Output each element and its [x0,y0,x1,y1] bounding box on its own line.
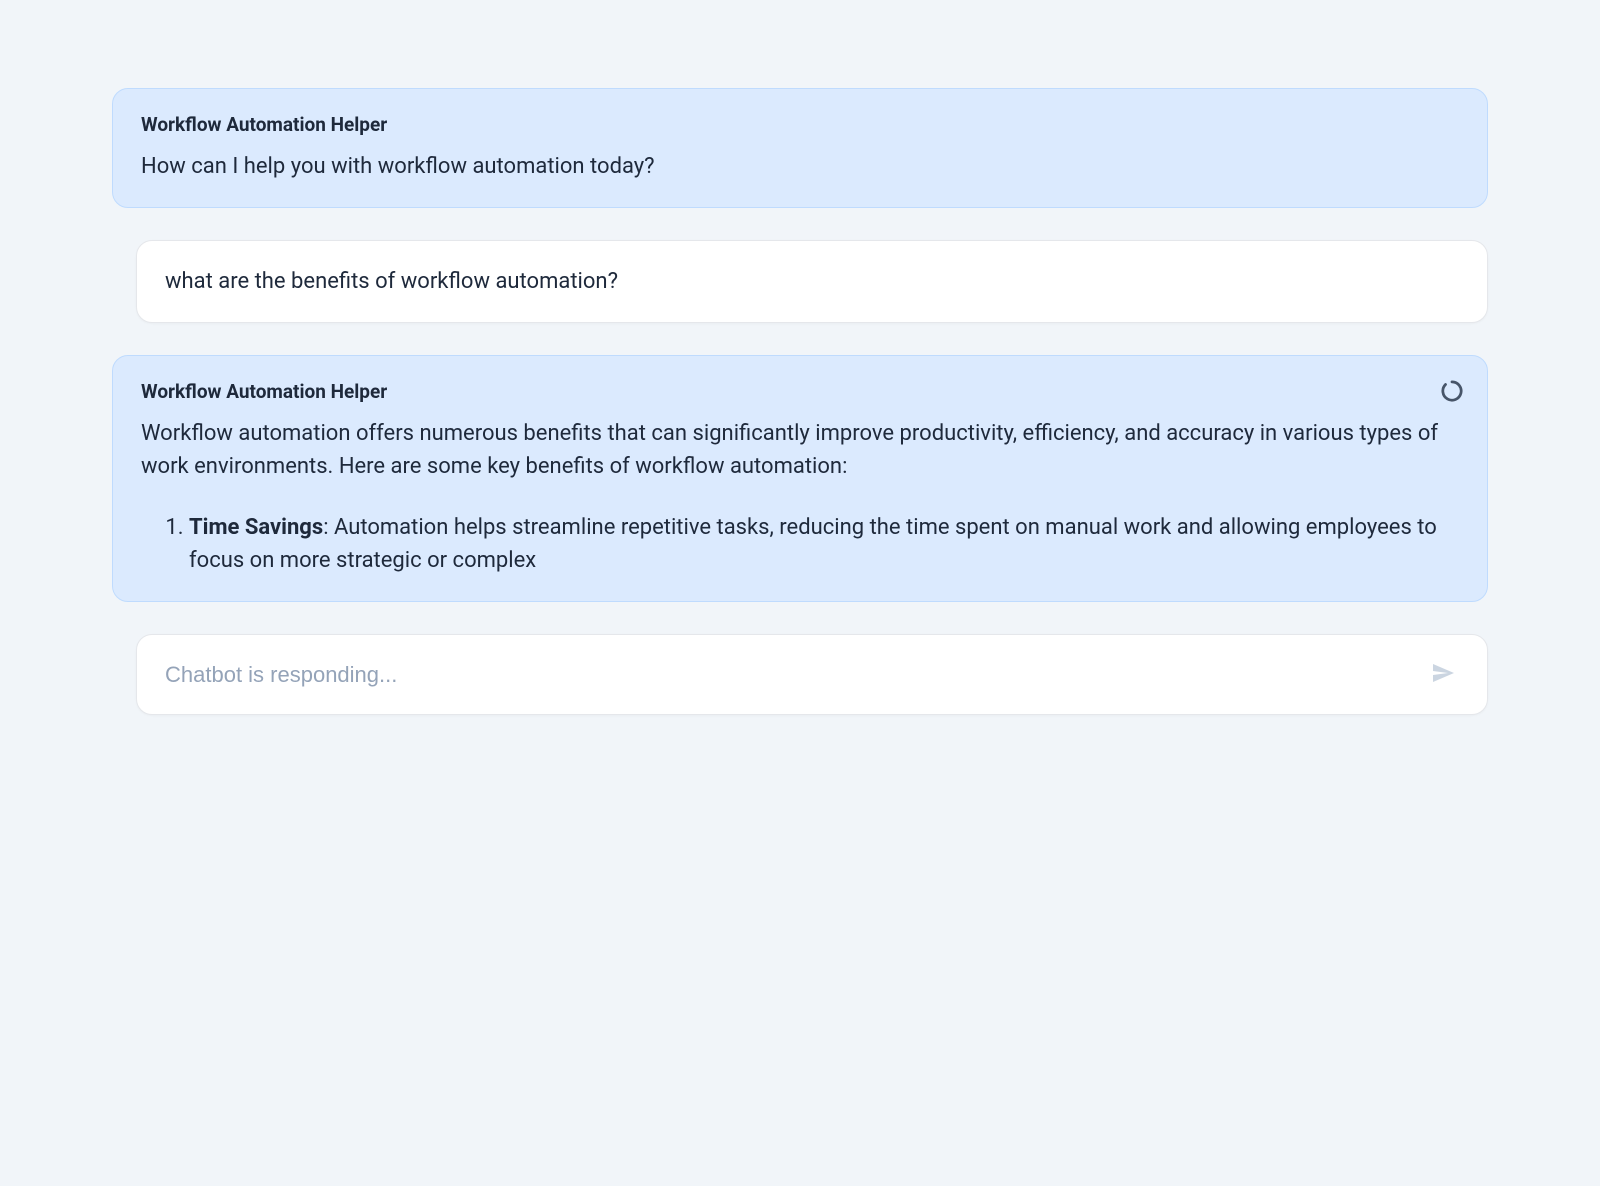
send-button[interactable] [1427,657,1459,692]
bot-response-intro: Workflow automation offers numerous bene… [141,417,1459,483]
response-list: Time Savings: Automation helps streamlin… [141,511,1459,577]
loading-spinner-icon [1441,380,1463,402]
bot-name-label: Workflow Automation Helper [141,113,1459,136]
bot-message-greeting: Workflow Automation Helper How can I hel… [112,88,1488,208]
list-item-title: Time Savings [189,515,323,540]
chat-container: Workflow Automation Helper How can I hel… [112,88,1488,715]
user-message: what are the benefits of workflow automa… [136,240,1488,323]
send-icon [1431,661,1455,688]
list-item-text: : Automation helps streamline repetitive… [189,515,1437,573]
bot-message-response: Workflow Automation Helper Workflow auto… [112,355,1488,602]
bot-greeting-text: How can I help you with workflow automat… [141,150,1459,183]
chat-input-bar [136,634,1488,715]
bot-name-label: Workflow Automation Helper [141,380,1459,403]
chat-input[interactable] [165,662,1427,688]
response-list-item: Time Savings: Automation helps streamlin… [189,511,1459,577]
user-message-text: what are the benefits of workflow automa… [165,265,1459,298]
